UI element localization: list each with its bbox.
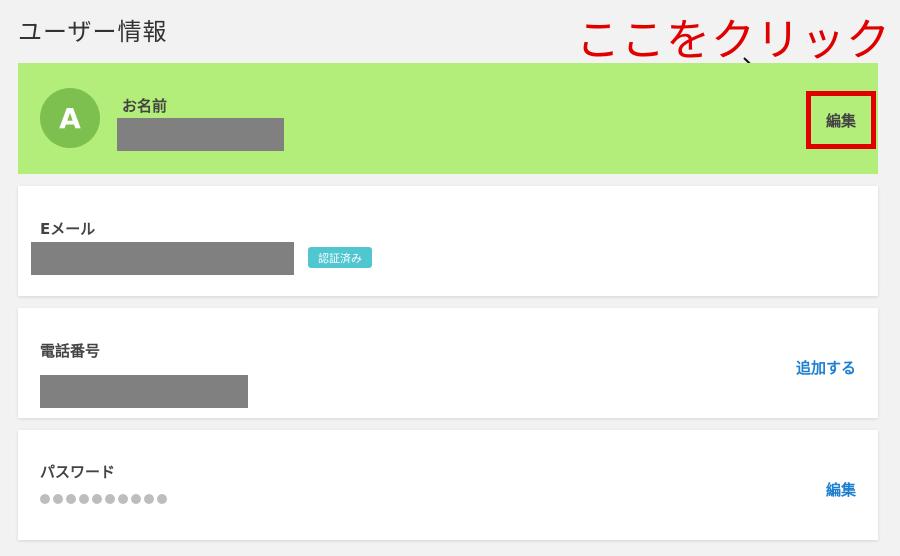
password-masked — [40, 494, 167, 504]
phone-value-redacted — [40, 375, 248, 408]
password-dot — [53, 494, 63, 504]
password-dot — [40, 494, 50, 504]
page-title: ユーザー情報 — [18, 18, 168, 46]
email-value-redacted — [31, 242, 294, 275]
phone-card: 電話番号 追加する — [18, 308, 878, 418]
email-card: Eメール 認証済み — [18, 186, 878, 296]
verified-badge: 認証済み — [308, 247, 372, 268]
name-label: お名前 — [122, 97, 168, 115]
password-dot — [105, 494, 115, 504]
password-dot — [118, 494, 128, 504]
avatar: A — [40, 88, 100, 148]
password-dot — [157, 494, 167, 504]
password-dot — [66, 494, 76, 504]
password-dot — [144, 494, 154, 504]
phone-label: 電話番号 — [40, 342, 101, 360]
edit-password-link[interactable]: 編集 — [826, 479, 856, 500]
password-card: パスワード 編集 — [18, 430, 878, 540]
add-phone-link[interactable]: 追加する — [796, 357, 856, 378]
password-dot — [79, 494, 89, 504]
email-label: Eメール — [40, 220, 96, 238]
password-label: パスワード — [40, 463, 116, 481]
password-dot — [131, 494, 141, 504]
password-dot — [92, 494, 102, 504]
name-value-redacted — [117, 118, 284, 151]
edit-name-button[interactable]: 編集 — [806, 91, 876, 149]
name-card: A お名前 編集 — [18, 63, 878, 174]
